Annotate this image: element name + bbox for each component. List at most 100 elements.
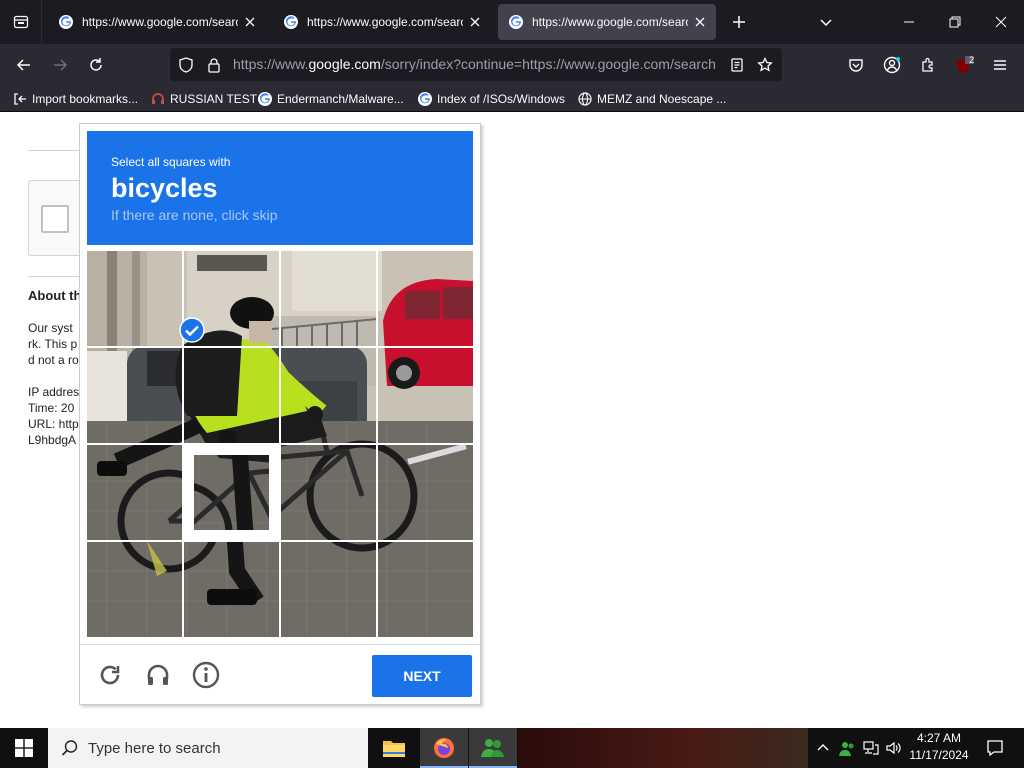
notification-icon: [987, 740, 1003, 757]
close-tab-icon[interactable]: [692, 14, 708, 30]
google-favicon: [257, 91, 273, 107]
next-button[interactable]: NEXT: [372, 655, 472, 697]
challenge-tile[interactable]: [184, 348, 279, 443]
chevron-down-icon: [820, 19, 832, 27]
challenge-tile[interactable]: [378, 542, 473, 637]
help-button[interactable]: [190, 659, 222, 691]
account-button[interactable]: [876, 49, 908, 81]
start-button[interactable]: [0, 728, 48, 768]
firefox-view-icon: [13, 15, 28, 29]
browser-tab-active[interactable]: https://www.google.com/search: [498, 4, 716, 40]
close-window-button[interactable]: [978, 0, 1024, 44]
file-explorer-taskbar-button[interactable]: [370, 728, 418, 768]
google-favicon: [509, 15, 523, 29]
tile-image: [378, 445, 473, 540]
arrow-left-icon: [16, 59, 30, 71]
account-icon: [883, 56, 901, 74]
close-tab-icon[interactable]: [467, 14, 483, 30]
tile-image: [194, 455, 269, 530]
challenge-tile[interactable]: [281, 542, 376, 637]
extensions-button[interactable]: [912, 49, 944, 81]
url-text[interactable]: https://www.google.com/sorry/index?conti…: [233, 48, 717, 81]
taskbar-search-box[interactable]: Type here to search: [48, 728, 368, 768]
challenge-tile[interactable]: [87, 542, 182, 637]
challenge-tile[interactable]: [281, 445, 376, 540]
bookmark-item[interactable]: RUSSIAN TEST: [150, 89, 257, 109]
tile-image: [378, 251, 473, 346]
reload-challenge-button[interactable]: [94, 659, 126, 691]
browser-tab[interactable]: https://www.google.com/search: [273, 4, 491, 40]
pinned-app-taskbar-button[interactable]: [469, 728, 517, 768]
people-icon: [481, 739, 504, 757]
browser-tab[interactable]: https://www.google.com/search: [48, 4, 266, 40]
google-favicon: [284, 15, 298, 29]
firefox-icon: [434, 738, 454, 758]
network-icon: [863, 741, 879, 755]
bookmark-item[interactable]: Endermanch/Malware...: [257, 89, 404, 109]
bookmark-item[interactable]: Index of /ISOs/Windows: [417, 89, 565, 109]
audio-challenge-button[interactable]: [142, 659, 174, 691]
time-line: Time: 20: [28, 401, 75, 415]
bookmark-star-icon[interactable]: [753, 48, 777, 81]
restore-icon: [949, 16, 961, 28]
show-hidden-icons-button[interactable]: [812, 728, 834, 768]
minimize-button[interactable]: [886, 0, 932, 44]
challenge-tile[interactable]: [184, 542, 279, 637]
url-continuation-line: L9hbdgA: [28, 433, 77, 447]
bookmark-item[interactable]: Import bookmarks...: [12, 89, 138, 109]
extension-badge: 2: [969, 55, 975, 65]
challenge-tile-selected[interactable]: [184, 445, 279, 540]
firefox-view-button[interactable]: [0, 0, 42, 44]
site-info-icon[interactable]: [202, 48, 226, 81]
challenge-tile[interactable]: [281, 348, 376, 443]
ublock-extension-button[interactable]: 2: [948, 49, 980, 81]
tile-selected-check-icon: [179, 317, 205, 343]
reload-icon: [90, 58, 102, 71]
search-icon: [60, 738, 80, 758]
tab-title: https://www.google.com/search: [307, 15, 463, 29]
app-menu-button[interactable]: [984, 49, 1016, 81]
challenge-footer: NEXT: [80, 644, 480, 705]
speaker-icon: [886, 741, 901, 755]
network-button[interactable]: [860, 728, 882, 768]
tile-image: [87, 251, 182, 346]
challenge-tile[interactable]: [87, 348, 182, 443]
url-bar[interactable]: https://www.google.com/sorry/index?conti…: [170, 48, 782, 81]
challenge-tile[interactable]: [378, 348, 473, 443]
people-icon: [839, 742, 854, 756]
headphones-favicon: [150, 91, 166, 107]
tab-title: https://www.google.com/search: [532, 15, 688, 29]
volume-button[interactable]: [883, 728, 905, 768]
action-center-button[interactable]: [975, 728, 1015, 768]
close-tab-icon[interactable]: [242, 14, 258, 30]
tracking-protection-icon[interactable]: [174, 48, 198, 81]
restore-button[interactable]: [932, 0, 978, 44]
tab-bar: https://www.google.com/search https://ww…: [0, 0, 1024, 44]
headphones-icon: [147, 664, 169, 685]
challenge-tile[interactable]: [87, 445, 182, 540]
plus-icon: [733, 16, 745, 28]
challenge-tile[interactable]: [281, 251, 376, 346]
back-button[interactable]: [8, 49, 40, 81]
search-placeholder: Type here to search: [88, 739, 221, 757]
challenge-tile[interactable]: [87, 251, 182, 346]
tray-app-icon[interactable]: [836, 728, 858, 768]
reload-button[interactable]: [80, 49, 112, 81]
divider: [28, 150, 80, 151]
recaptcha-checkbox[interactable]: [41, 205, 69, 233]
challenge-tile[interactable]: [378, 445, 473, 540]
forward-button[interactable]: [44, 49, 76, 81]
bookmark-item[interactable]: MEMZ and Noescape ...: [577, 89, 726, 109]
new-tab-button[interactable]: [725, 8, 753, 36]
reader-view-icon[interactable]: [725, 48, 749, 81]
explanation-line: Our syst: [28, 321, 73, 335]
pocket-button[interactable]: [840, 49, 872, 81]
tile-image: [281, 445, 376, 540]
taskbar-clock[interactable]: 4:27 AM 11/17/2024: [904, 730, 974, 766]
tile-image-frame: [194, 455, 269, 530]
challenge-tile[interactable]: [378, 251, 473, 346]
hamburger-menu-icon: [994, 60, 1006, 70]
chevron-up-icon: [817, 744, 829, 751]
firefox-taskbar-button[interactable]: [420, 728, 468, 768]
list-all-tabs-button[interactable]: [812, 8, 840, 36]
